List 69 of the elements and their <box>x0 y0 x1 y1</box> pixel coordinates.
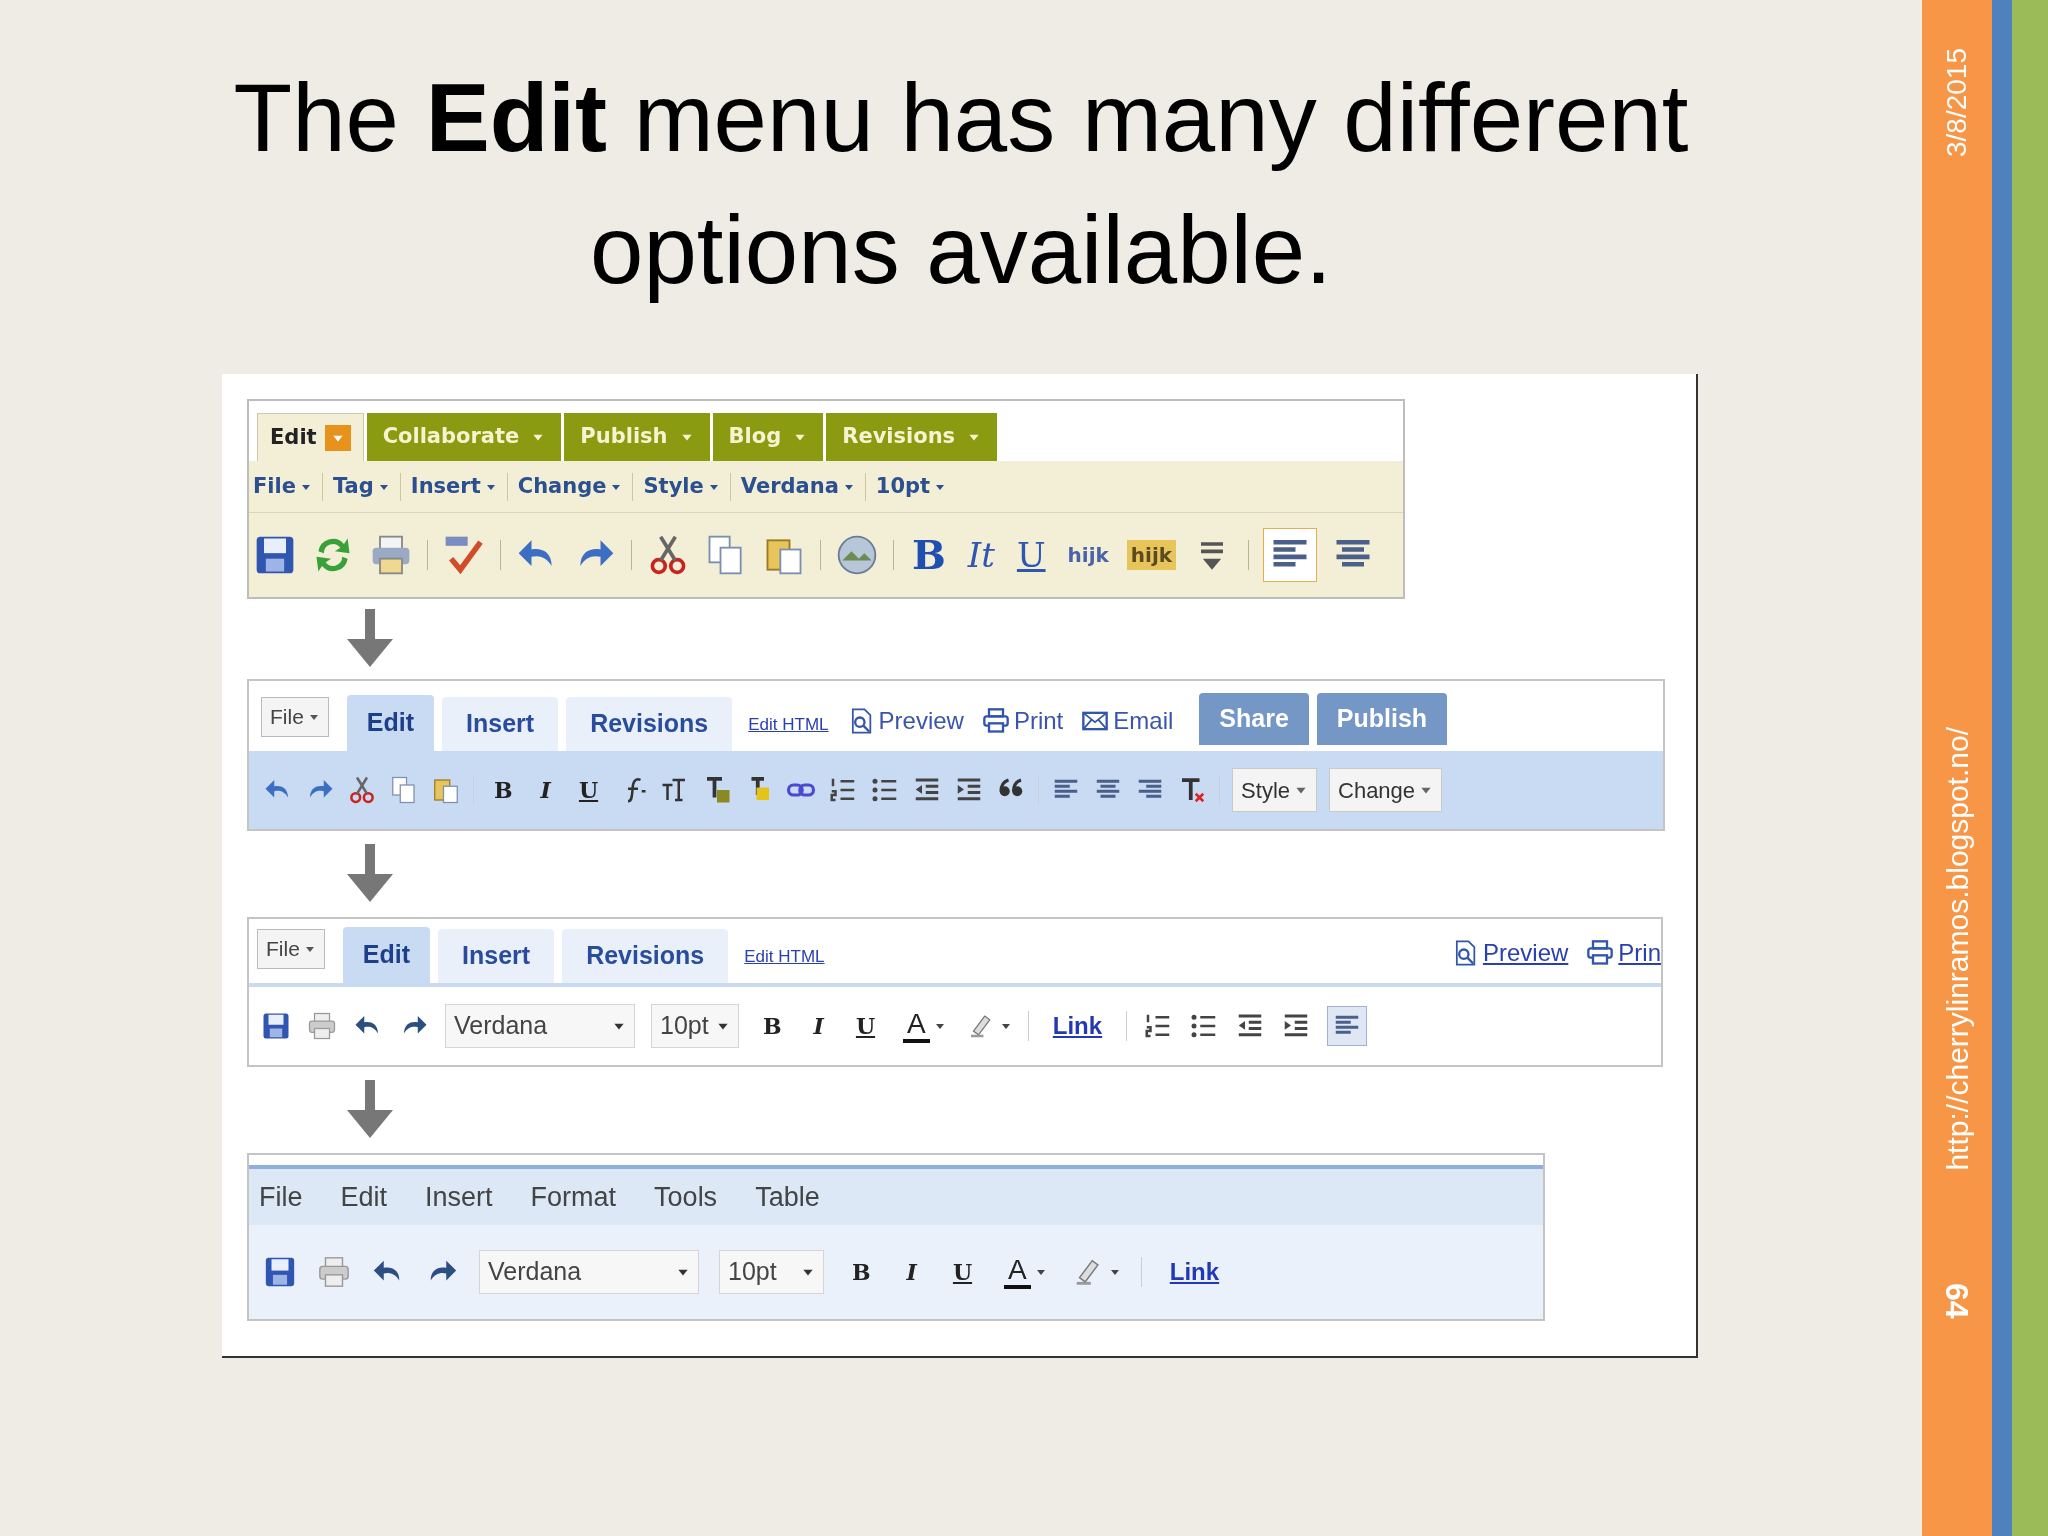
print-link[interactable]: Print <box>981 703 1064 739</box>
underline-button[interactable]: U <box>1012 529 1050 581</box>
bold-button[interactable]: B <box>908 525 950 585</box>
down-arrow <box>345 609 395 669</box>
editor-tab[interactable]: Insert <box>438 929 555 983</box>
menu-item[interactable]: Tools <box>654 1176 718 1218</box>
dropdown-button[interactable]: Style <box>1232 768 1317 812</box>
edit-html-link[interactable]: Edit HTML <box>744 943 825 969</box>
bold-button[interactable]: B <box>844 1255 879 1289</box>
size-select[interactable]: 10pt <box>719 1250 824 1294</box>
italic-button[interactable]: I <box>805 1009 832 1043</box>
editor-tab[interactable]: Insert <box>442 697 559 751</box>
underline-button[interactable]: U <box>944 1255 981 1289</box>
menu-item[interactable]: Insert <box>425 1176 493 1218</box>
file-menu-button[interactable]: File <box>257 929 325 969</box>
down-arrow <box>345 1080 395 1140</box>
print-icon <box>981 707 1010 735</box>
menu-tab[interactable]: Edit <box>257 413 364 461</box>
slide-date: 3/8/2015 <box>1940 48 1973 157</box>
italic-button[interactable]: I <box>898 1255 925 1289</box>
menu-button[interactable]: Tag <box>333 470 390 503</box>
file-menu-button[interactable]: File <box>261 697 329 737</box>
email-link[interactable]: Email <box>1081 703 1174 739</box>
editor-tab[interactable]: Edit <box>346 695 435 751</box>
preview-link[interactable]: Preview <box>1450 935 1569 971</box>
menu-button[interactable]: Insert <box>410 470 497 503</box>
cut-icon[interactable] <box>347 775 377 805</box>
italic-button[interactable]: It <box>963 529 999 581</box>
align-left-button[interactable] <box>1263 528 1318 582</box>
font-select[interactable]: Verdana <box>479 1250 699 1294</box>
underline-button[interactable]: U <box>847 1009 884 1043</box>
link-button[interactable]: Link <box>1161 1254 1228 1290</box>
down-arrow <box>345 844 395 904</box>
menu-item[interactable]: Edit <box>340 1176 388 1218</box>
edit-html-link[interactable]: Edit HTML <box>748 711 829 737</box>
italic-button[interactable]: I <box>532 773 559 807</box>
print-link[interactable]: Prin <box>1586 935 1661 971</box>
text-color-button[interactable]: A <box>903 1009 930 1043</box>
font-select[interactable]: Verdana <box>445 1004 635 1048</box>
menu-button[interactable]: File <box>253 470 312 503</box>
menu-item[interactable]: Table <box>755 1176 820 1218</box>
dropdown-button[interactable]: Change <box>1329 768 1443 812</box>
align-left-button[interactable] <box>1327 1006 1368 1046</box>
page-number: 64 <box>1938 1282 1976 1319</box>
editor-tab[interactable]: Revisions <box>566 697 733 751</box>
menu-button[interactable]: Style <box>643 470 720 503</box>
highlight-style-button[interactable]: hijk <box>1126 540 1177 570</box>
menu-button[interactable]: 10pt <box>875 470 947 503</box>
save-icon[interactable] <box>261 1011 291 1041</box>
underline-button[interactable]: U <box>570 773 607 807</box>
menu-item[interactable]: File <box>259 1176 303 1218</box>
preview-link[interactable]: Preview <box>846 703 964 739</box>
bold-button[interactable]: B <box>486 773 521 807</box>
menu-button[interactable]: Verdana <box>740 470 855 503</box>
editor-tab[interactable]: Revisions <box>562 929 729 983</box>
link-button[interactable]: Link <box>1044 1008 1111 1044</box>
print-icon <box>1586 939 1615 967</box>
editor-tab[interactable]: Edit <box>342 927 431 983</box>
slide-title: The Edit menu has many different options available. <box>232 63 1690 305</box>
text-color-button[interactable]: A <box>1004 1255 1031 1289</box>
print-icon[interactable] <box>307 1011 337 1041</box>
save-icon[interactable] <box>263 1255 297 1289</box>
size-select[interactable]: 10pt <box>651 1004 739 1048</box>
slide-url: http://cherrylinramos.blogspot.no/ <box>1939 727 1975 1171</box>
text-style-button[interactable]: hijk <box>1063 540 1113 570</box>
bold-button[interactable]: B <box>755 1009 790 1043</box>
image-icon[interactable] <box>835 533 879 577</box>
menu-button[interactable]: Change <box>517 470 623 503</box>
menu-item[interactable]: Format <box>530 1176 617 1218</box>
